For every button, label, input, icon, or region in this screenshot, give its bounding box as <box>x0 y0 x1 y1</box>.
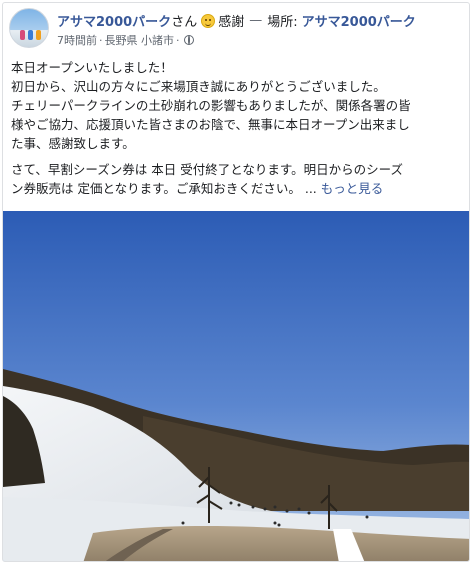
ski-slope-photo <box>3 211 469 561</box>
post-text-line: 様やご協力、応援頂いた皆さまのお陰で、無事に本日オープン出来まし <box>11 117 410 132</box>
feeling-text: 感謝 <box>218 15 245 30</box>
smile-emoji-icon <box>201 13 216 28</box>
page-name-link[interactable]: アサマ2000パーク <box>57 11 171 30</box>
location-link[interactable]: アサマ2000パーク <box>302 11 416 30</box>
see-more-link[interactable]: もっと見る <box>321 181 384 196</box>
post-place-link[interactable]: 長野県 小諸市 <box>105 32 175 48</box>
post-title-line: アサマ2000パーク さん 感謝 — 場所: アサマ2000パーク <box>57 11 416 30</box>
page-avatar[interactable] <box>9 8 49 48</box>
post-timestamp[interactable]: 7時間前 <box>57 32 97 48</box>
post-text-line: チェリーパークラインの土砂崩れの影響もありましたが、関係各署の皆 <box>11 98 411 113</box>
avatar-figure-icon <box>36 30 41 40</box>
post-meta-line: 7時間前 · 長野県 小諸市 · <box>57 32 194 48</box>
post-text-line: た事、感謝致します。 <box>11 136 135 151</box>
post-photo[interactable] <box>3 211 469 561</box>
post-paragraph-2: さて、早割シーズン券は 本日 受付終了となります。明日からのシーズ ン券販売は … <box>11 160 461 198</box>
title-dash: — <box>249 13 263 28</box>
post-paragraph-1: 本日オープンいたしました！ 初日から、沢山の方々にご来場頂き誠にありがとうござい… <box>11 58 461 153</box>
post-header: アサマ2000パーク さん 感謝 — 場所: アサマ2000パーク 7時間前 ·… <box>3 3 469 53</box>
location-prefix: 場所: <box>267 15 298 30</box>
post-text-line: 本日オープンいたしました！ <box>11 60 173 75</box>
avatar-figure-icon <box>28 30 33 40</box>
meta-dot: · <box>99 33 103 47</box>
post-card: アサマ2000パーク さん 感謝 — 場所: アサマ2000パーク 7時間前 ·… <box>2 2 470 562</box>
globe-icon[interactable] <box>183 35 194 45</box>
post-text-line: 初日から、沢山の方々にご来場頂き誠にありがとうございました。 <box>11 79 386 94</box>
post-body: 本日オープンいたしました！ 初日から、沢山の方々にご来場頂き誠にありがとうござい… <box>3 53 469 198</box>
avatar-figure-icon <box>20 30 25 40</box>
see-more-ellipsis: ... <box>304 181 317 196</box>
post-text-line: ン券販売は 定価となります。ご承知おきください。 <box>11 181 301 196</box>
meta-dot: · <box>176 33 180 47</box>
suffix-san: さん <box>171 15 198 30</box>
post-text-line: さて、早割シーズン券は 本日 受付終了となります。明日からのシーズ <box>11 162 403 177</box>
